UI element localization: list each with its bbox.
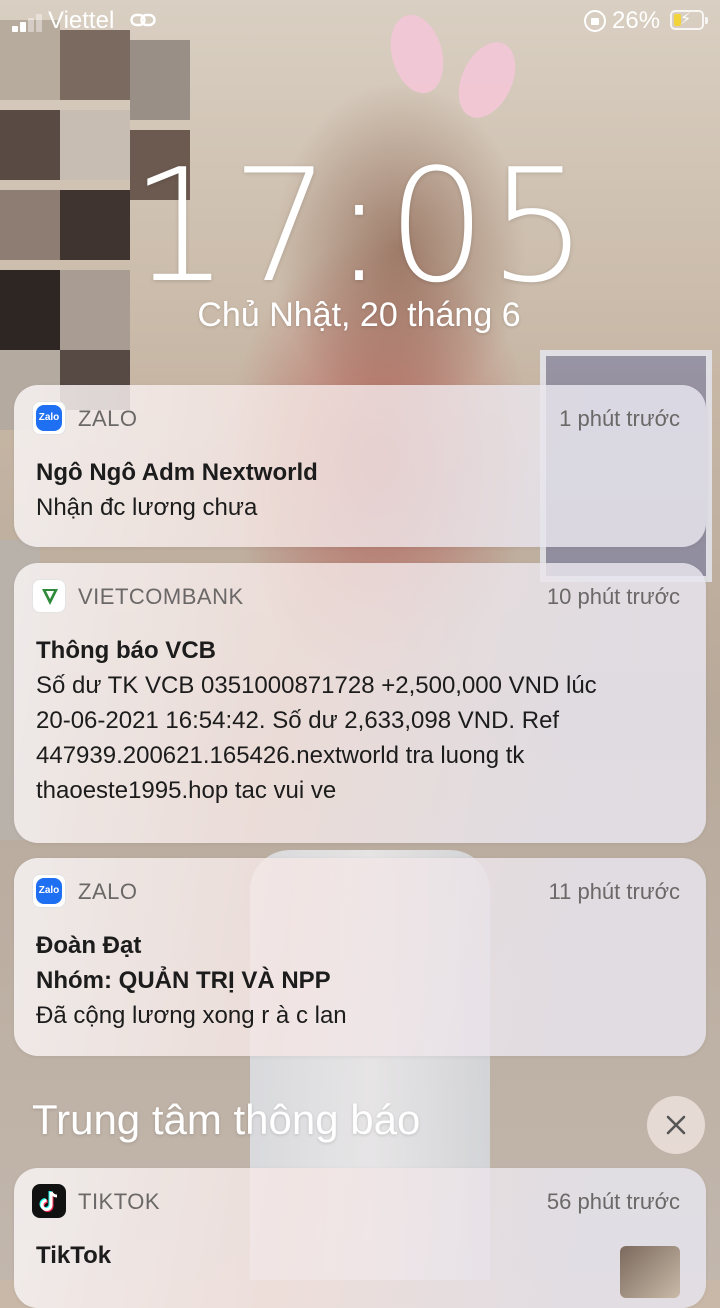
notification-header: VIETCOMBANK 10 phút trước [32, 579, 680, 615]
notification-card[interactable]: TIKTOK 56 phút trước TikTok [14, 1168, 706, 1308]
notification-header: TIKTOK 56 phút trước [32, 1184, 680, 1220]
notification-text-line: Số dư TK VCB 0351000871728 +2,500,000 VN… [36, 672, 597, 699]
close-icon [666, 1115, 686, 1135]
battery-percent: 26% [612, 7, 661, 34]
notification-title: Ngô Ngô Adm Nextworld [36, 459, 318, 486]
charging-bolt-icon: ⚡ [680, 11, 692, 28]
orientation-lock-icon [584, 10, 606, 32]
notification-text: Đã cộng lương xong r à c lan [36, 1002, 347, 1029]
status-bar: Viettel 26% ⚡ [0, 0, 720, 44]
signal-icon [12, 10, 44, 32]
app-name: VIETCOMBANK [78, 584, 244, 609]
notification-title: Đoàn Đạt [36, 932, 142, 959]
notification-card[interactable]: Zalo ZALO 11 phút trước Đoàn Đạt Nhóm: Q… [14, 858, 706, 1056]
clear-notifications-button[interactable] [647, 1096, 705, 1154]
notification-text-line: thaoeste1995.hop tac vui ve [36, 777, 337, 804]
notification-center-title: Trung tâm thông báo [32, 1096, 421, 1143]
notification-card[interactable]: Zalo ZALO 1 phút trước Ngô Ngô Adm Nextw… [14, 385, 706, 547]
zalo-icon-text: Zalo [36, 878, 62, 904]
zalo-icon-text: Zalo [36, 405, 62, 431]
notification-time: 11 phút trước [548, 879, 680, 904]
notification-card[interactable]: VIETCOMBANK 10 phút trước Thông báo VCB … [14, 563, 706, 843]
notification-header: Zalo ZALO 11 phút trước [32, 874, 680, 910]
notification-header: Zalo ZALO 1 phút trước [32, 401, 680, 437]
app-name: TIKTOK [78, 1189, 161, 1214]
tiktok-icon [32, 1184, 66, 1218]
notification-thumbnail [620, 1246, 680, 1298]
notification-subtitle: Nhóm: QUẢN TRỊ VÀ NPP [36, 967, 331, 994]
vietcombank-icon [32, 579, 66, 613]
notification-text: Nhận đc lương chưa [36, 494, 258, 521]
app-name: ZALO [78, 406, 138, 431]
personal-hotspot-icon [130, 13, 156, 27]
zalo-icon: Zalo [32, 401, 66, 435]
notification-title: Thông báo VCB [36, 637, 216, 664]
lock-date: Chủ Nhật, 20 tháng 6 [197, 296, 521, 334]
notification-text-line: 20-06-2021 16:54:42. Số dư 2,633,098 VND… [36, 707, 560, 734]
notification-text-line: 447939.200621.165426.nextworld tra luong… [36, 742, 525, 769]
notification-time: 10 phút trước [546, 584, 680, 609]
notification-time: 56 phút trước [546, 1189, 680, 1214]
notification-body: Thông báo VCB Số dư TK VCB 0351000871728… [36, 633, 684, 808]
zalo-icon: Zalo [32, 874, 66, 908]
battery-icon: ⚡ [670, 10, 708, 30]
app-name: ZALO [78, 879, 138, 904]
notification-title: TikTok [36, 1242, 112, 1269]
lock-time: 17:05 [130, 135, 590, 317]
notification-body: Ngô Ngô Adm Nextworld Nhận đc lương chưa [36, 455, 684, 525]
notification-body: Đoàn Đạt Nhóm: QUẢN TRỊ VÀ NPP Đã cộng l… [36, 928, 684, 1033]
bunny-ear-right [447, 33, 527, 127]
carrier-name: Viettel [48, 7, 115, 34]
notification-time: 1 phút trước [559, 406, 680, 431]
notification-body: TikTok [36, 1238, 684, 1273]
